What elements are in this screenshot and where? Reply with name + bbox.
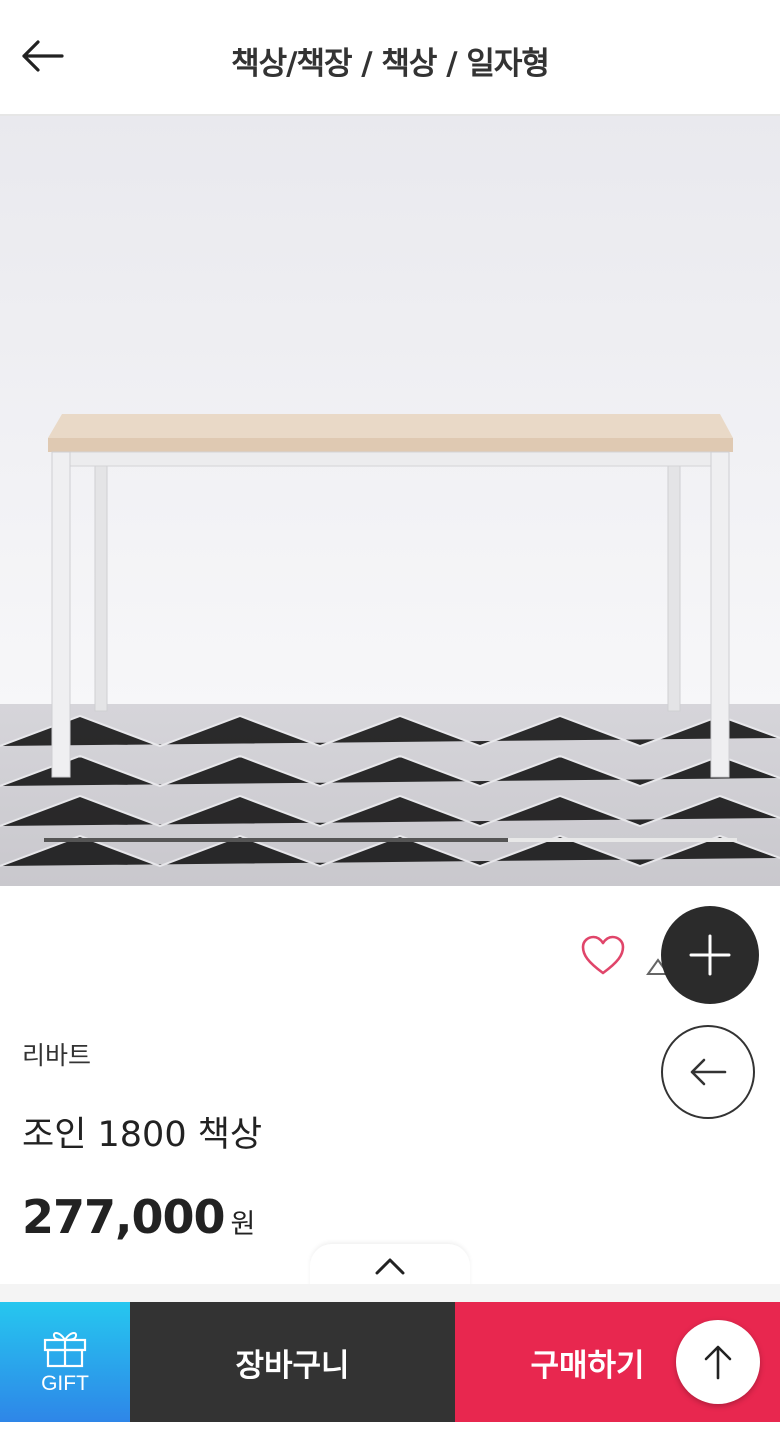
bottom-divider xyxy=(0,1284,780,1302)
heart-icon[interactable] xyxy=(580,934,626,976)
product-actions xyxy=(580,934,674,976)
product-photo xyxy=(0,116,780,886)
product-price: 277,000 원 xyxy=(22,1190,256,1244)
gift-icon xyxy=(43,1332,87,1368)
brand-name[interactable]: 리바트 xyxy=(22,1036,91,1072)
bottom-action-bar: GIFT 장바구니 구매하기 xyxy=(0,1302,780,1422)
back-fab-button[interactable] xyxy=(661,1025,755,1119)
gift-button[interactable]: GIFT xyxy=(0,1302,130,1422)
breadcrumb: 책상/책장 / 책상 / 일자형 xyxy=(231,46,550,82)
product-image[interactable] xyxy=(0,116,780,886)
gallery-progress-fill xyxy=(44,838,509,842)
arrow-up-icon xyxy=(704,1345,732,1380)
gallery-progress xyxy=(44,838,737,842)
gift-label: GIFT xyxy=(41,1372,89,1395)
chevron-up-icon xyxy=(375,1258,405,1275)
scroll-top-button[interactable] xyxy=(676,1320,760,1404)
expand-toggle[interactable] xyxy=(310,1244,470,1288)
plus-icon xyxy=(689,934,731,976)
bottom-safe-area xyxy=(0,1422,780,1440)
price-unit: 원 xyxy=(230,1209,256,1240)
cart-button[interactable]: 장바구니 xyxy=(130,1302,455,1422)
top-header: 책상/책장 / 책상 / 일자형 xyxy=(0,0,780,116)
plus-fab-button[interactable] xyxy=(661,906,759,1004)
price-value: 277,000 xyxy=(22,1190,226,1244)
arrow-left-icon xyxy=(690,1058,727,1086)
product-title: 조인 1800 책상 xyxy=(22,1115,263,1155)
